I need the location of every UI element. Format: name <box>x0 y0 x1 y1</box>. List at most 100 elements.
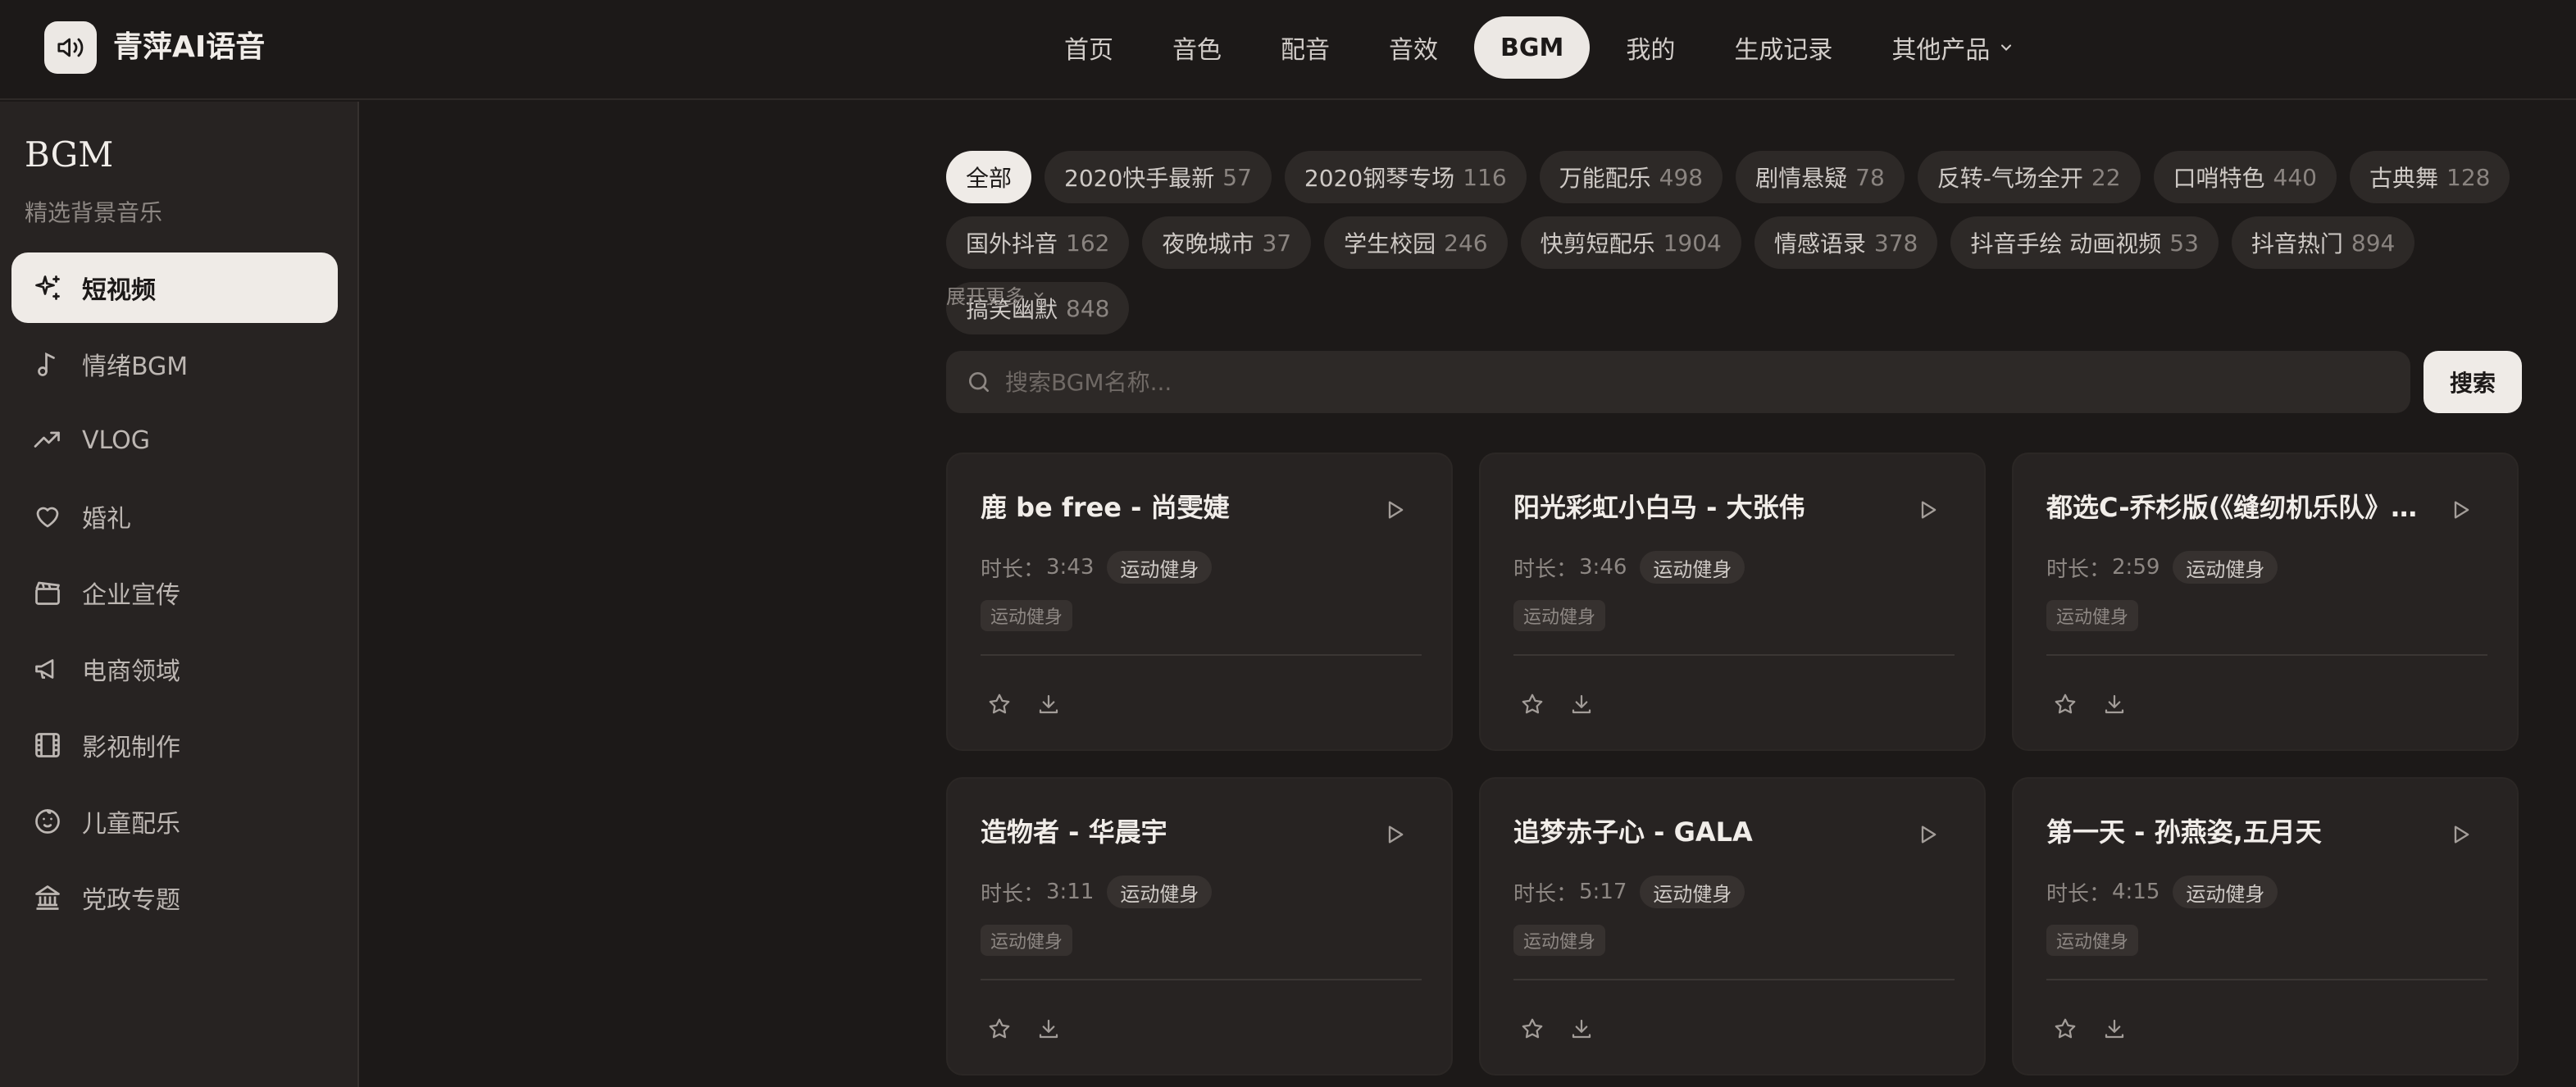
star-icon[interactable] <box>1518 1015 1546 1043</box>
sidebar-item-label: 情绪BGM <box>82 352 189 381</box>
chip-count: 440 <box>2273 163 2317 191</box>
category-chip[interactable]: 古典舞 128 <box>2349 151 2510 203</box>
search-button[interactable]: 搜索 <box>2424 351 2522 413</box>
sidebar-item-label: 儿童配乐 <box>82 810 180 839</box>
play-icon[interactable] <box>1379 818 1412 851</box>
search-icon <box>969 372 989 392</box>
sidebar-item-emotion-bgm[interactable]: 情绪BGM <box>11 329 338 399</box>
sidebar-item-ecommerce[interactable]: 电商领域 <box>11 634 338 704</box>
category-chip[interactable]: 快剪短配乐 1904 <box>1520 216 1741 269</box>
nav-label: 生成记录 <box>1734 36 1833 65</box>
film-icon <box>35 733 60 757</box>
sidebar-item-vlog[interactable]: VLOG <box>11 405 338 475</box>
star-icon[interactable] <box>2051 690 2079 718</box>
category-chip[interactable]: 夜晚城市 37 <box>1142 216 1312 269</box>
chip-count: 162 <box>1066 229 1110 257</box>
sidebar-item-government[interactable]: 党政专题 <box>11 862 338 933</box>
sidebar-item-corporate[interactable]: 企业宣传 <box>11 557 338 628</box>
nav-item-home[interactable]: 首页 <box>1035 16 1143 79</box>
track-duration: 2:59 <box>2112 555 2160 580</box>
expand-more-label: 展开更多 <box>946 285 1025 308</box>
category-chip[interactable]: 反转-气场全开 22 <box>1917 151 2141 203</box>
chip-label: 全部 <box>966 165 1013 192</box>
play-icon[interactable] <box>1379 493 1412 526</box>
sidebar-item-wedding[interactable]: 婚礼 <box>11 481 338 552</box>
app-title[interactable]: 青萍AI语音 <box>113 25 265 70</box>
nav-item-bgm[interactable]: BGM <box>1474 16 1591 79</box>
chip-label: 古典舞 <box>2369 165 2438 192</box>
track-card[interactable]: 第一天 - 孙燕姿,五月天 时长： 4:15 运动健身 运动健身 <box>2012 777 2519 1076</box>
divider <box>1513 654 1955 656</box>
sidebar-item-label: 电商领域 <box>82 657 180 686</box>
track-meta: 时长： 3:11 运动健身 <box>981 876 1213 908</box>
nav-item-mine[interactable]: 我的 <box>1596 16 1704 79</box>
play-icon[interactable] <box>1912 818 1945 851</box>
category-filter-list: 全部 2020快手最新 57 2020钢琴专场 116 万能配乐 498 剧情悬疑 78… <box>946 151 2520 334</box>
track-card[interactable]: 追梦赤子心 - GALA 时长： 5:17 运动健身 运动健身 <box>1479 777 1986 1076</box>
play-icon[interactable] <box>1912 493 1945 526</box>
category-chip[interactable]: 抖音热门 894 <box>2231 216 2415 269</box>
track-actions <box>2051 1015 2150 1043</box>
nav-item-history[interactable]: 生成记录 <box>1704 16 1862 79</box>
download-icon[interactable] <box>1568 690 1595 718</box>
track-card[interactable]: 都选C-乔杉版(《缝纫机乐队》电影插曲) 时长： 2:59 运动健身 运动健身 <box>2012 453 2519 751</box>
chip-label: 抖音热门 <box>2251 230 2343 257</box>
track-card[interactable]: 鹿 be free - 尚雯婕 时长： 3:43 运动健身 运动健身 <box>946 453 1453 751</box>
sidebar-item-film-production[interactable]: 影视制作 <box>11 710 338 780</box>
nav-item-other-products[interactable]: 其他产品 <box>1862 16 2044 79</box>
download-icon[interactable] <box>1035 690 1063 718</box>
category-chip[interactable]: 2020钢琴专场 116 <box>1284 151 1527 203</box>
sidebar-item-kids-music[interactable]: 儿童配乐 <box>11 786 338 857</box>
track-title: 第一天 - 孙燕姿,五月天 <box>2046 816 2322 848</box>
category-badge: 运动健身 <box>2173 551 2278 584</box>
nav-item-sound-effects[interactable]: 音效 <box>1359 16 1468 79</box>
search-input[interactable] <box>1005 368 2317 396</box>
play-icon[interactable] <box>2445 818 2478 851</box>
chip-count: 37 <box>1262 229 1292 257</box>
category-chip[interactable]: 2020快手最新 57 <box>1045 151 1272 203</box>
chip-label: 剧情悬疑 <box>1755 165 1848 192</box>
category-badge: 运动健身 <box>1107 876 1213 908</box>
category-chip[interactable]: 情感语录 378 <box>1754 216 1938 269</box>
category-chip[interactable]: 国外抖音 162 <box>946 216 1130 269</box>
track-card[interactable]: 造物者 - 华晨宇 时长： 3:11 运动健身 运动健身 <box>946 777 1453 1076</box>
expand-more-button[interactable]: 展开更多 <box>946 280 1046 309</box>
download-icon[interactable] <box>2100 690 2128 718</box>
trending-up-icon <box>34 431 60 448</box>
category-chip[interactable]: 抖音手绘 动画视频 53 <box>1950 216 2219 269</box>
track-meta: 时长： 4:15 运动健身 <box>2046 876 2278 908</box>
chip-count: 57 <box>1222 163 1252 191</box>
category-chip[interactable]: 万能配乐 498 <box>1539 151 1723 203</box>
category-chip-all[interactable]: 全部 <box>946 151 1032 203</box>
nav-item-dubbing[interactable]: 配音 <box>1251 16 1359 79</box>
track-card[interactable]: 阳光彩虹小白马 - 大张伟 时长： 3:46 运动健身 运动健身 <box>1479 453 1986 751</box>
download-icon[interactable] <box>1035 1015 1063 1043</box>
nav-label: BGM <box>1500 33 1564 62</box>
category-chip[interactable]: 学生校园 246 <box>1324 216 1508 269</box>
sidebar-item-short-video[interactable]: 短视频 <box>11 252 338 323</box>
divider <box>1513 979 1955 980</box>
category-chip[interactable]: 剧情悬疑 78 <box>1736 151 1905 203</box>
speaker-icon[interactable] <box>44 21 97 74</box>
sidebar-item-label: 短视频 <box>82 276 156 305</box>
track-tag: 运动健身 <box>1513 600 1606 631</box>
chip-count: 498 <box>1659 163 1704 191</box>
chip-count: 22 <box>2091 163 2121 191</box>
sidebar-item-label: 党政专题 <box>82 886 180 915</box>
star-icon[interactable] <box>985 1015 1013 1043</box>
nav-item-voices[interactable]: 音色 <box>1143 16 1251 79</box>
download-icon[interactable] <box>2100 1015 2128 1043</box>
track-title: 造物者 - 华晨宇 <box>981 816 1167 848</box>
download-icon[interactable] <box>1568 1015 1595 1043</box>
clapperboard-icon <box>35 581 60 605</box>
track-actions <box>1518 690 1617 718</box>
sidebar-item-label: 影视制作 <box>82 734 180 762</box>
category-chip[interactable]: 口哨特色 440 <box>2153 151 2337 203</box>
track-duration: 3:43 <box>1046 555 1095 580</box>
duration-label: 时长： <box>1513 881 1578 907</box>
play-icon[interactable] <box>2445 493 2478 526</box>
star-icon[interactable] <box>985 690 1013 718</box>
track-meta: 时长： 3:43 运动健身 <box>981 551 1213 584</box>
star-icon[interactable] <box>1518 690 1546 718</box>
star-icon[interactable] <box>2051 1015 2079 1043</box>
